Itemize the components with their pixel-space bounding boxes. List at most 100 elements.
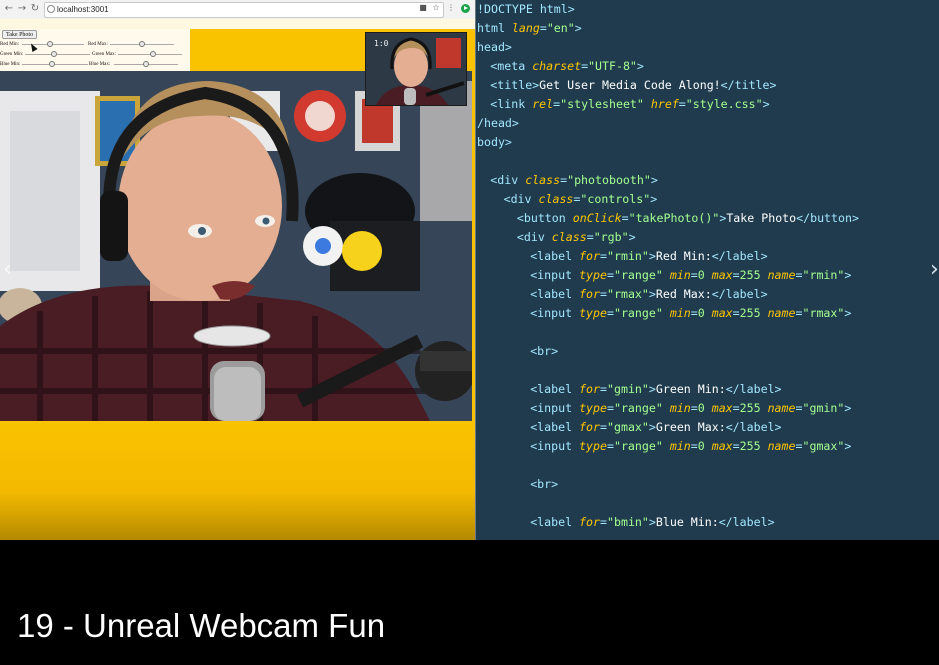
code-token: = <box>600 382 607 396</box>
code-token: /head> <box>477 116 519 130</box>
code-token: > <box>648 420 656 434</box>
forward-arrow-icon[interactable]: → <box>16 3 28 15</box>
code-line: <label for="rmin">Red Min:</label> <box>530 247 767 266</box>
code-token: </button> <box>796 211 859 225</box>
browser-window: ← → ↻ localhost:3001 ■ ☆ ⋮ Take Photo Re… <box>0 0 475 540</box>
code-token: = <box>732 439 740 453</box>
video-thumbnail: 1:0 <box>365 32 467 106</box>
code-token: "photobooth" <box>567 173 651 187</box>
red-max-slider[interactable] <box>110 41 174 48</box>
code-token: = <box>581 59 589 73</box>
code-token: "gmax" <box>607 420 649 434</box>
code-line: <input type="range" min=0 max=255 name="… <box>530 304 851 323</box>
code-token: rel <box>532 97 554 111</box>
code-token: 255 <box>739 401 768 415</box>
code-token: max <box>711 306 733 320</box>
camera-icon[interactable]: ■ <box>418 3 428 13</box>
code-token: = <box>690 268 698 282</box>
code-token: > <box>650 173 658 187</box>
slider-thumb[interactable] <box>51 51 58 57</box>
star-icon[interactable]: ☆ <box>431 3 441 13</box>
code-line: <input type="range" min=0 max=255 name="… <box>530 437 851 456</box>
code-line: html lang="en"> <box>477 19 582 38</box>
code-token: = <box>732 401 740 415</box>
code-token: > <box>844 401 852 415</box>
blue-min-slider[interactable] <box>22 61 88 68</box>
red-min-label: Red Min: <box>0 42 20 47</box>
slider-thumb[interactable] <box>48 61 55 67</box>
code-token: = <box>606 268 614 282</box>
code-token: = <box>606 306 614 320</box>
code-token: min <box>669 306 691 320</box>
code-token: = <box>600 249 607 263</box>
code-line: body> <box>477 133 512 152</box>
green-max-label: Green Max: <box>92 52 117 57</box>
code-token: "rmin" <box>607 249 649 263</box>
code-token: <label <box>530 420 580 434</box>
menu-icon[interactable]: ⋮ <box>446 3 456 13</box>
slider-thumb[interactable] <box>143 61 149 67</box>
take-photo-button[interactable]: Take Photo <box>2 30 38 39</box>
code-line: <input type="range" min=0 max=255 name="… <box>530 399 851 418</box>
green-min-slider[interactable] <box>25 51 90 58</box>
code-token: type <box>579 401 607 415</box>
slider-thumb[interactable] <box>150 51 157 57</box>
code-token: > <box>844 306 852 320</box>
code-token: <br> <box>530 477 559 491</box>
code-token: Blue Min: <box>655 515 719 529</box>
page-background <box>0 421 475 540</box>
code-token: max <box>711 401 733 415</box>
code-token: = <box>586 230 594 244</box>
blue-max-slider[interactable] <box>114 61 178 68</box>
code-token: "rmax" <box>607 287 649 301</box>
code-token: type <box>579 439 607 453</box>
code-line: <title>Get User Media Code Along!</title… <box>490 76 776 95</box>
reload-icon[interactable]: ↻ <box>29 3 41 15</box>
code-token: "gmin" <box>607 382 649 396</box>
code-token: class <box>525 173 561 187</box>
code-editor[interactable]: !DOCTYPE html> html lang="en"> head> <meta … <box>475 0 939 540</box>
code-token: <label <box>530 249 580 263</box>
back-arrow-icon[interactable]: ← <box>3 3 15 15</box>
code-token: <label <box>530 287 580 301</box>
code-token: onClick <box>572 211 622 225</box>
red-max-label: Red Max: <box>88 42 108 47</box>
code-token: > <box>636 59 644 73</box>
code-line: <label for="rmax">Red Max:</label> <box>530 285 767 304</box>
code-token: <div <box>503 192 539 206</box>
code-token: > <box>844 439 852 453</box>
code-token: Red Max: <box>655 287 712 301</box>
code-token: <label <box>530 515 580 529</box>
previous-arrow-icon[interactable]: ‹ <box>3 258 13 282</box>
code-token: min <box>669 401 691 415</box>
code-token: "gmax" <box>802 439 845 453</box>
code-token: "range" <box>613 268 670 282</box>
code-token: min <box>669 268 691 282</box>
code-token: <input <box>530 401 580 415</box>
code-token: html <box>477 21 512 35</box>
code-token: </label> <box>711 249 768 263</box>
slider-thumb[interactable] <box>139 41 145 47</box>
address-bar[interactable]: localhost:3001 <box>44 2 444 18</box>
code-token: = <box>606 401 614 415</box>
code-token: for <box>579 515 601 529</box>
code-line: <link rel="stylesheet" href="style.css"> <box>490 95 769 114</box>
code-line: <meta charset="UTF-8"> <box>490 57 644 76</box>
code-line: <div class="controls"> <box>504 190 658 209</box>
info-icon[interactable] <box>47 5 55 13</box>
code-token: > <box>648 249 656 263</box>
code-token: 255 <box>739 268 768 282</box>
code-token: type <box>579 268 607 282</box>
blue-min-label: Blue Min: <box>0 62 21 67</box>
code-token: Take Photo <box>726 211 797 225</box>
green-min-label: Green Min: <box>0 52 24 57</box>
slider-thumb[interactable] <box>46 41 53 47</box>
code-token: 0 <box>697 306 712 320</box>
code-token: > <box>648 287 656 301</box>
green-max-slider[interactable] <box>118 51 182 58</box>
extension-icon[interactable] <box>461 4 470 13</box>
code-token: "stylesheet" <box>560 97 651 111</box>
next-arrow-icon[interactable]: › <box>930 258 939 282</box>
code-token: = <box>600 515 607 529</box>
code-token: = <box>690 401 698 415</box>
